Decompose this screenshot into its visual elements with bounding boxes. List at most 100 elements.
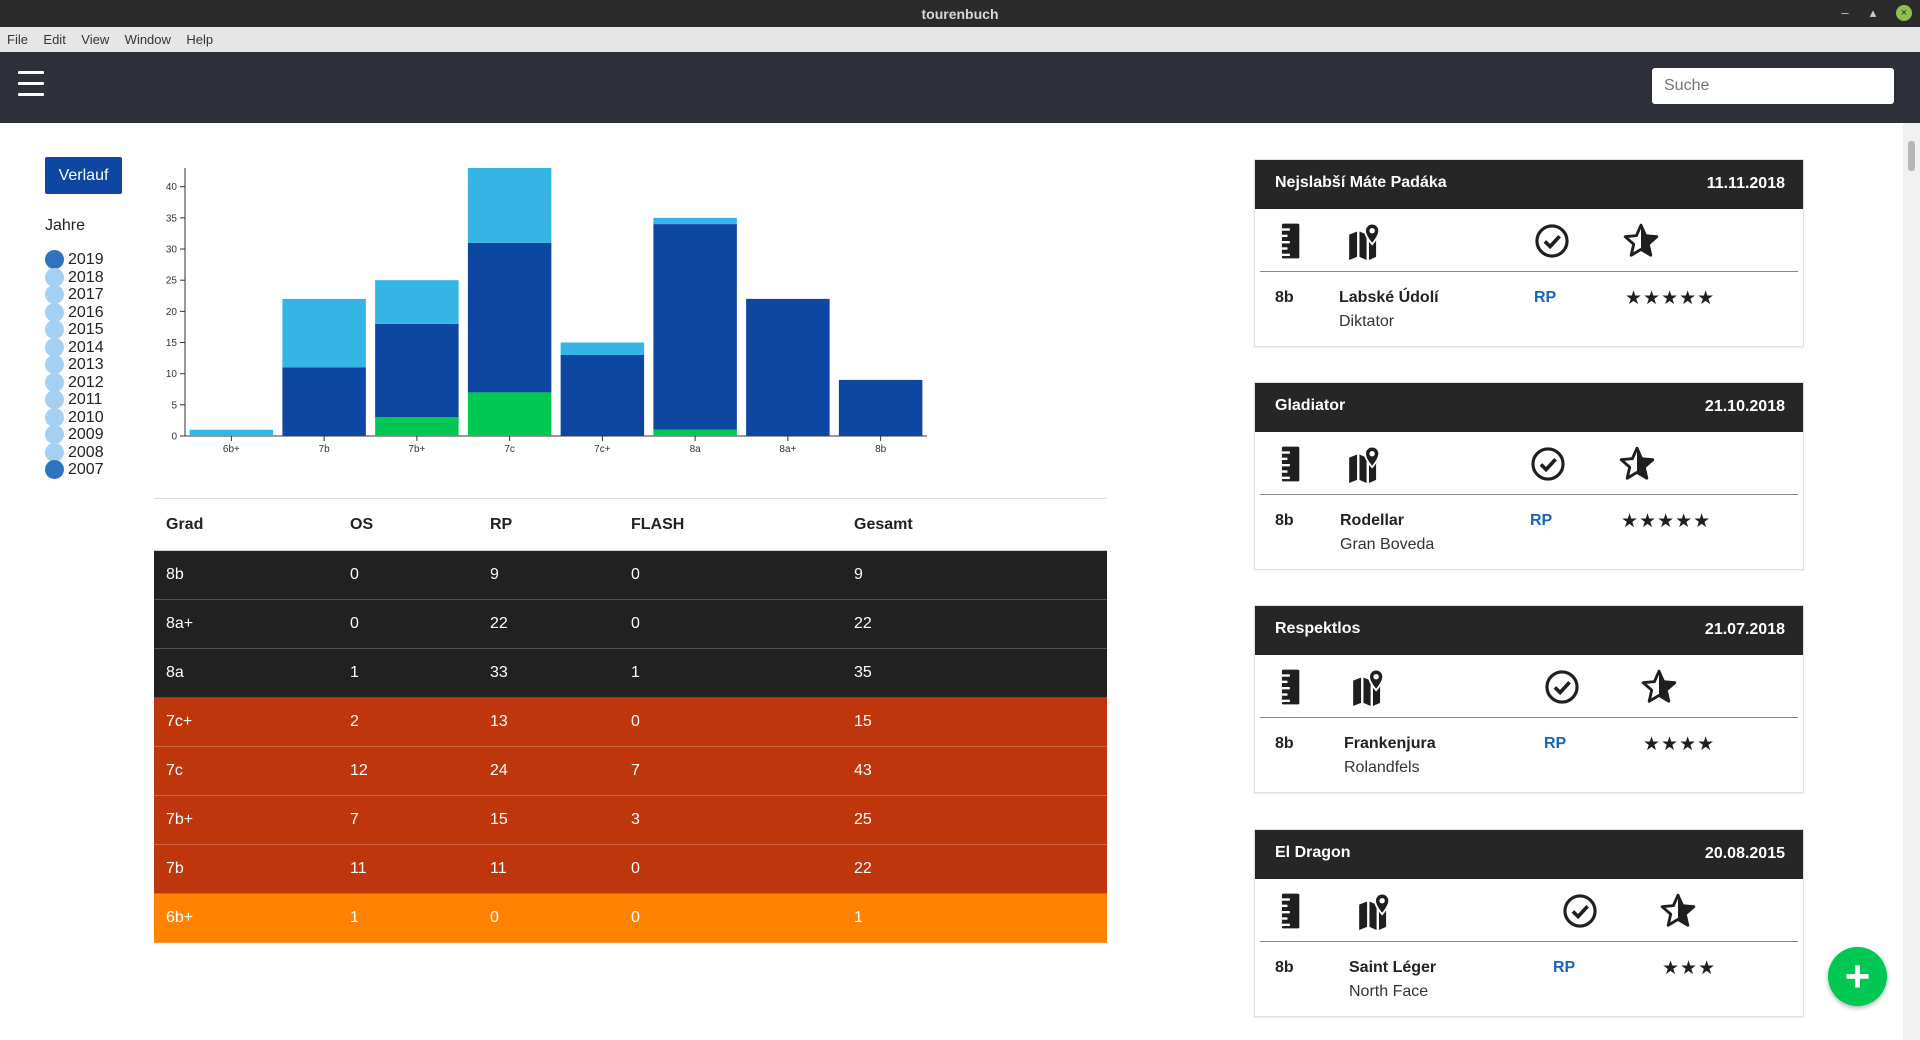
year-toggle-dot[interactable] bbox=[45, 407, 64, 427]
route-name: Nejslabší Máte Padáka bbox=[1275, 174, 1447, 191]
page-scrollbar[interactable] bbox=[1903, 123, 1920, 1040]
minimize-button[interactable]: – bbox=[1836, 4, 1854, 22]
table-cell-grad: 7c bbox=[154, 746, 338, 796]
star-rating: ★★★★★ bbox=[1621, 511, 1712, 532]
menu-edit[interactable]: Edit bbox=[39, 27, 69, 52]
verlauf-button[interactable]: Verlauf bbox=[45, 157, 122, 194]
ruler-icon bbox=[1274, 668, 1312, 706]
check-circle-icon bbox=[1533, 222, 1571, 260]
year-toggle-dot[interactable] bbox=[45, 267, 64, 287]
table-cell-gesamt: 22 bbox=[842, 844, 1107, 894]
route-card[interactable]: Respektlos 21.07.2018 8b Frankenjura Rolandf… bbox=[1254, 605, 1804, 793]
year-label: 2019 bbox=[68, 251, 104, 268]
year-label: 2010 bbox=[68, 408, 104, 426]
menu-help[interactable]: Help bbox=[182, 27, 217, 52]
route-card[interactable]: Gladiator 21.10.2018 8b Rodellar Gran Boveda… bbox=[1254, 382, 1804, 570]
table-row[interactable]: 6b+ 1 0 0 1 bbox=[154, 893, 1107, 943]
table-cell-flash: 0 bbox=[619, 844, 842, 894]
table-cell-gesamt: 35 bbox=[842, 648, 1107, 698]
table-cell-flash: 1 bbox=[619, 648, 842, 698]
bar-segment bbox=[653, 224, 737, 430]
route-card[interactable]: Nejslabší Máte Padáka 11.11.2018 8b Labské … bbox=[1254, 159, 1804, 347]
menu-file[interactable]: File bbox=[3, 27, 32, 52]
ascent-style: RP bbox=[1534, 289, 1557, 306]
table-row[interactable]: 7c+ 2 13 0 15 bbox=[154, 697, 1107, 747]
table-cell-gesamt: 43 bbox=[842, 746, 1107, 796]
add-route-button[interactable]: + bbox=[1828, 947, 1887, 1006]
table-cell-os: 7 bbox=[338, 795, 478, 845]
card-header: El Dragon 20.08.2015 bbox=[1255, 830, 1803, 879]
table-cell-flash: 3 bbox=[619, 795, 842, 845]
route-date: 20.08.2015 bbox=[1704, 845, 1785, 862]
table-cell-gesamt: 15 bbox=[842, 697, 1107, 747]
route-grade: 8b bbox=[1275, 512, 1294, 529]
route-grade: 8b bbox=[1275, 735, 1294, 752]
table-cell-rp: 9 bbox=[478, 550, 619, 600]
table-row[interactable]: 8a+ 0 22 0 22 bbox=[154, 599, 1107, 649]
star-outline-icon bbox=[1659, 892, 1697, 930]
year-toggle-dot[interactable] bbox=[45, 320, 64, 339]
hamburger-menu-icon[interactable] bbox=[18, 71, 44, 101]
route-area: Saint Léger bbox=[1349, 959, 1437, 976]
year-toggle-dot[interactable] bbox=[45, 337, 64, 357]
year-label: 2009 bbox=[68, 426, 104, 443]
column-header-rp: RP bbox=[478, 498, 619, 551]
bar-segment bbox=[282, 367, 366, 436]
x-tick-label: 8b bbox=[875, 444, 887, 455]
bar-segment bbox=[467, 392, 552, 436]
table-row[interactable]: 8a 1 33 1 35 bbox=[154, 648, 1107, 698]
year-toggle-dot[interactable] bbox=[45, 442, 64, 462]
bar-segment bbox=[653, 429, 737, 436]
route-sector: Diktator bbox=[1339, 313, 1395, 330]
close-button[interactable]: × bbox=[1896, 5, 1912, 21]
table-row[interactable]: 7b 11 11 0 22 bbox=[154, 844, 1107, 894]
x-tick-label: 7c+ bbox=[594, 444, 611, 455]
year-toggle-dot[interactable] bbox=[45, 285, 64, 304]
table-row[interactable]: 7c 12 24 7 43 bbox=[154, 746, 1107, 796]
ascent-style: RP bbox=[1530, 512, 1553, 529]
menu-window[interactable]: Window bbox=[121, 27, 175, 52]
ascent-style: RP bbox=[1553, 959, 1576, 976]
year-label: 2016 bbox=[68, 303, 104, 321]
menu-view[interactable]: View bbox=[77, 27, 113, 52]
year-toggle-dot[interactable] bbox=[45, 425, 64, 444]
year-toggle-dot[interactable] bbox=[45, 460, 64, 479]
table-cell-os: 1 bbox=[338, 648, 478, 698]
table-cell-os: 0 bbox=[338, 599, 478, 649]
column-header-os: OS bbox=[338, 498, 478, 551]
route-card[interactable]: El Dragon 20.08.2015 8b Saint Léger North Fa… bbox=[1254, 829, 1804, 1017]
bar-segment bbox=[375, 417, 459, 436]
route-area: Labské Údolí bbox=[1339, 289, 1439, 306]
search-input[interactable] bbox=[1652, 68, 1894, 104]
y-tick-label: 15 bbox=[166, 338, 178, 349]
year-toggle-dot[interactable] bbox=[45, 372, 64, 392]
year-toggle-dot[interactable] bbox=[45, 390, 64, 409]
grade-bar-chart: 0 5 10 15 20 25 30 35 40 6b+ 7b 7b+ 7c 7c+ 8a 8a+ 8b bbox=[166, 168, 927, 455]
table-cell-rp: 15 bbox=[478, 795, 619, 845]
table-cell-flash: 0 bbox=[619, 599, 842, 649]
bar-segment bbox=[838, 379, 923, 436]
grade-table: Grad OS RP FLASH Gesamt 8b 0 9 0 9 8a+ 0 22 0 22 8… bbox=[154, 498, 1107, 943]
table-cell-rp: 11 bbox=[478, 844, 619, 894]
table-cell-os: 0 bbox=[338, 550, 478, 600]
map-marker-icon bbox=[1350, 668, 1388, 706]
table-row[interactable]: 7b+ 7 15 3 25 bbox=[154, 795, 1107, 845]
route-grade: 8b bbox=[1275, 289, 1294, 306]
ruler-icon bbox=[1274, 445, 1312, 483]
table-row[interactable]: 8b 0 9 0 9 bbox=[154, 550, 1107, 600]
y-tick-label: 25 bbox=[166, 276, 178, 287]
ruler-icon bbox=[1274, 892, 1312, 930]
table-cell-gesamt: 9 bbox=[842, 550, 1107, 600]
maximize-button[interactable]: ▴ bbox=[1864, 4, 1882, 22]
year-toggle-dot[interactable] bbox=[45, 302, 64, 322]
check-circle-icon bbox=[1543, 668, 1581, 706]
year-label: 2013 bbox=[68, 356, 104, 373]
bar-segment bbox=[746, 298, 830, 436]
star-rating: ★★★★ bbox=[1643, 734, 1716, 755]
scrollbar-thumb[interactable] bbox=[1908, 141, 1915, 171]
year-toggle-dot[interactable] bbox=[45, 250, 64, 269]
table-cell-rp: 24 bbox=[478, 746, 619, 796]
year-label: 2008 bbox=[68, 443, 104, 461]
year-toggle-dot[interactable] bbox=[45, 355, 64, 374]
ascent-style: RP bbox=[1544, 735, 1567, 752]
